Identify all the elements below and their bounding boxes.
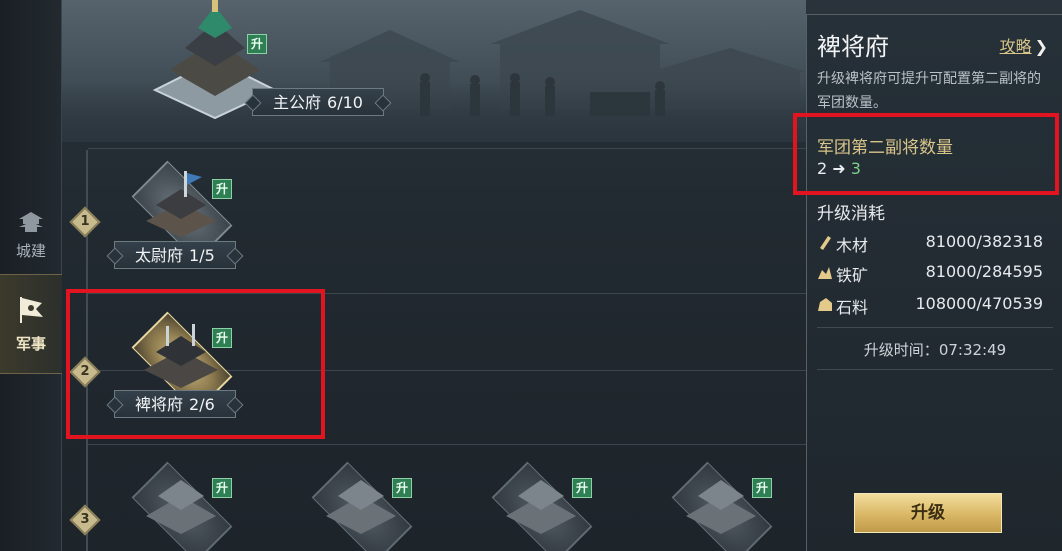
- taiwei-building-icon: [146, 171, 216, 237]
- resource-row-wood: 木材 81000/382318: [817, 231, 1043, 255]
- iron-ore-icon: [818, 267, 832, 279]
- nav-military[interactable]: 军事: [0, 274, 62, 374]
- cost-label: 升级消耗: [817, 204, 885, 224]
- building-name: 太尉府: [135, 246, 184, 265]
- time-label: 升级时间：: [863, 341, 939, 359]
- resource-row-stone: 石料 108000/470539: [817, 293, 1043, 317]
- tier-marker-1: 1: [69, 206, 101, 238]
- resource-name: 石料: [836, 298, 869, 317]
- stone-icon: [818, 298, 832, 311]
- building-detail-panel: 裨将府 攻略 ❯ 升级裨将府可提升可配置第二副将的军团数量。 军团第二副将数量 2…: [806, 14, 1062, 551]
- game-screen: 升 主公府 6/10 城建 军事 1 2 3 升 太尉府 1/5 升 裨将府 2…: [0, 0, 1062, 551]
- tier-divider: [88, 148, 806, 149]
- pagoda-icon: [19, 212, 43, 232]
- upgrade-badge: 升: [392, 478, 412, 498]
- highlight-box-effect: [793, 113, 1059, 195]
- flag-icon: [20, 297, 43, 323]
- panel-description: 升级裨将府可提升可配置第二副将的军团数量。: [817, 71, 1041, 111]
- upgrade-badge: 升: [247, 34, 267, 54]
- highlight-box-building: [66, 289, 325, 439]
- upgrade-button[interactable]: 升级: [854, 493, 1002, 533]
- resource-value: 81000/382318: [925, 232, 1043, 251]
- resource-name: 木材: [836, 236, 869, 255]
- time-value: 07:32:49: [938, 341, 1007, 359]
- resource-name: 铁矿: [836, 266, 869, 285]
- main-hall-building[interactable]: 升 主公府 6/10: [140, 0, 410, 130]
- building-locked-2[interactable]: 升: [300, 461, 440, 551]
- building-locked-1[interactable]: 升: [120, 461, 260, 551]
- nav-city-build[interactable]: 城建: [0, 210, 62, 270]
- building-level: 6/10: [327, 93, 363, 112]
- left-nav: 城建 军事: [0, 0, 62, 551]
- upgrade-badge: 升: [752, 478, 772, 498]
- resource-value: 108000/470539: [915, 294, 1043, 313]
- upgrade-badge: 升: [572, 478, 592, 498]
- resource-value: 81000/284595: [925, 262, 1043, 281]
- tier-divider: [88, 444, 806, 445]
- upgrade-time: 升级时间：07:32:49: [807, 339, 1062, 360]
- nav-label: 军事: [15, 335, 46, 353]
- resource-row-iron: 铁矿 81000/284595: [817, 261, 1043, 285]
- chevron-right-icon: ❯: [1034, 37, 1048, 56]
- main-hall-namebar: 主公府 6/10: [252, 88, 384, 116]
- building-name: 主公府: [273, 93, 322, 112]
- building-level: 1/5: [189, 246, 215, 265]
- nav-label: 城建: [15, 242, 46, 260]
- guide-link[interactable]: 攻略 ❯: [1000, 33, 1048, 57]
- building-locked-4[interactable]: 升: [660, 461, 800, 551]
- building-taiwei[interactable]: 升 太尉府 1/5: [106, 160, 256, 270]
- upgrade-badge: 升: [212, 179, 232, 199]
- panel-title: 裨将府: [817, 33, 889, 61]
- panel-divider: [817, 369, 1053, 370]
- building-locked-3[interactable]: 升: [480, 461, 620, 551]
- tier-marker-3: 3: [69, 504, 101, 536]
- panel-divider: [817, 327, 1053, 328]
- wood-icon: [820, 236, 831, 250]
- upgrade-badge: 升: [212, 478, 232, 498]
- taiwei-namebar: 太尉府 1/5: [114, 241, 236, 269]
